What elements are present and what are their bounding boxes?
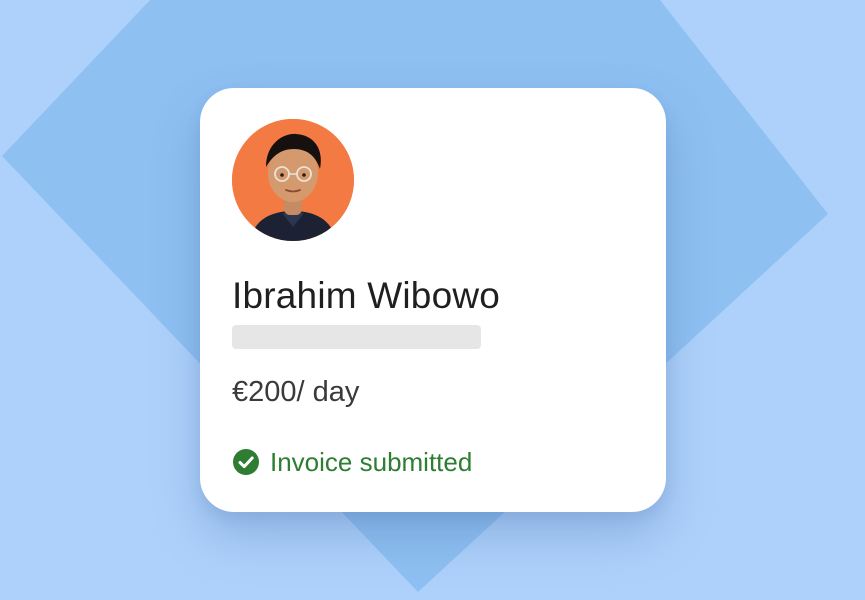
daily-rate: €200/ day — [232, 376, 360, 408]
freelancer-name: Ibrahim Wibowo — [232, 275, 501, 316]
avatar — [232, 119, 354, 241]
invoice-status-label: Invoice submitted — [270, 447, 473, 477]
freelancer-profile-card[interactable]: Ibrahim Wibowo €200/ day Invoice submitt… — [200, 88, 666, 512]
invoice-status: Invoice submitted — [232, 446, 472, 478]
check-circle-icon — [233, 449, 259, 475]
placeholder-skeleton-bar — [232, 325, 481, 349]
person-portrait-icon — [232, 119, 354, 241]
